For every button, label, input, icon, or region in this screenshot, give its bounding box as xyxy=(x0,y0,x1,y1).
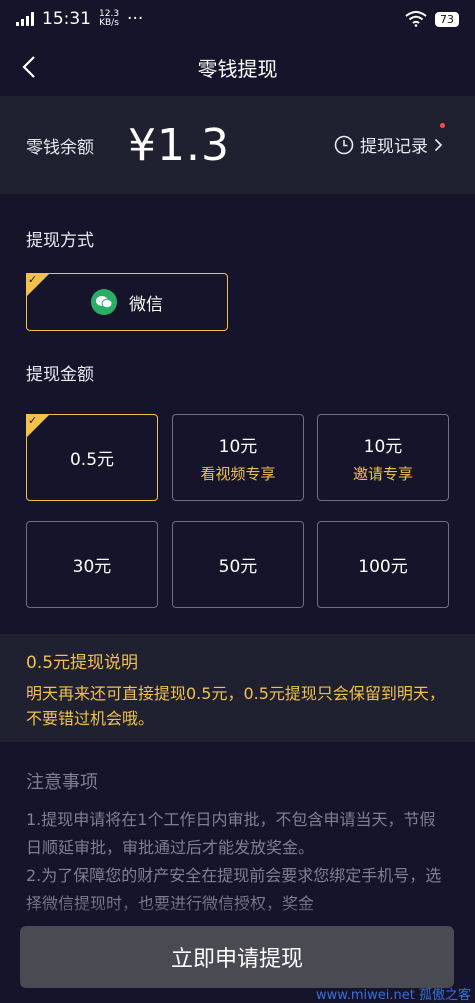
notice-title: 0.5元提现说明 xyxy=(26,653,139,673)
amount-option-10-invite[interactable]: 10元 邀请专享 xyxy=(317,414,449,501)
amount-option-label: 10元 xyxy=(363,436,403,457)
chevron-left-icon xyxy=(22,56,35,78)
status-time: 15:31 xyxy=(42,9,91,29)
amount-label: 提现金额 xyxy=(26,365,94,385)
status-right: 73 xyxy=(405,11,459,27)
amount-option-sub: 看视频专享 xyxy=(200,464,276,483)
signal-icon xyxy=(16,12,34,26)
method-option-wechat[interactable]: ✓ 微信 xyxy=(26,273,228,331)
amount-option-100[interactable]: 100元 xyxy=(317,521,449,608)
amount-option-0-5[interactable]: ✓ 0.5元 xyxy=(26,414,158,501)
amount-option-label: 0.5元 xyxy=(69,450,115,470)
nav-bar: 零钱提现 xyxy=(0,38,475,96)
network-speed-unit: KB/s xyxy=(99,18,119,28)
amount-option-label: 50元 xyxy=(218,557,258,577)
notes-section: 注意事项 1.提现申请将在1个工作日内审批，不包含申请当天，节假日顺延审批，审批… xyxy=(26,768,451,918)
history-link[interactable]: 提现记录 xyxy=(334,132,443,157)
history-label: 提现记录 xyxy=(360,137,428,157)
check-icon: ✓ xyxy=(28,273,38,286)
chevron-right-icon xyxy=(434,138,443,151)
notes-item: 1.提现申请将在1个工作日内审批，不包含申请当天，节假日顺延审批，审批通过后才能… xyxy=(26,810,436,857)
wechat-icon xyxy=(91,289,117,315)
apply-withdraw-button[interactable]: 立即申请提现 xyxy=(20,926,454,988)
notice-text: 明天再来还可直接提现0.5元，0.5元提现只会保留到明天，不要错过机会哦。 xyxy=(26,684,445,728)
back-button[interactable] xyxy=(14,52,44,82)
method-label: 提现方式 xyxy=(26,231,94,251)
page-title: 零钱提现 xyxy=(197,56,278,81)
check-icon: ✓ xyxy=(28,414,38,427)
status-bar: 15:31 12.3 KB/s ··· 73 xyxy=(0,0,475,38)
amount-option-label: 100元 xyxy=(358,557,408,577)
amount-option-sub: 邀请专享 xyxy=(352,464,413,483)
status-left: 15:31 12.3 KB/s ··· xyxy=(16,9,143,29)
method-option-label: 微信 xyxy=(129,294,163,315)
amount-option-30[interactable]: 30元 xyxy=(26,521,158,608)
wifi-icon xyxy=(405,11,427,27)
network-speed: 12.3 KB/s xyxy=(99,10,119,28)
clock-icon xyxy=(334,135,354,154)
balance-amount: ¥1.3 xyxy=(128,119,230,171)
withdraw-notice: 0.5元提现说明 明天再来还可直接提现0.5元，0.5元提现只会保留到明天，不要… xyxy=(0,634,475,742)
balance-card: 零钱余额 ¥1.3 提现记录 xyxy=(0,96,475,194)
balance-label: 零钱余额 xyxy=(26,137,94,158)
watermark: www.miwei.net 孤傲之客 xyxy=(316,988,471,1003)
amount-option-10-video[interactable]: 10元 看视频专享 xyxy=(172,414,304,501)
battery-indicator: 73 xyxy=(435,11,459,27)
amount-option-label: 10元 xyxy=(218,436,258,457)
amount-option-label: 30元 xyxy=(72,557,112,577)
notification-dot xyxy=(440,123,445,128)
amount-option-50[interactable]: 50元 xyxy=(172,521,304,608)
notes-title: 注意事项 xyxy=(26,772,98,793)
status-dots: ··· xyxy=(127,9,144,29)
